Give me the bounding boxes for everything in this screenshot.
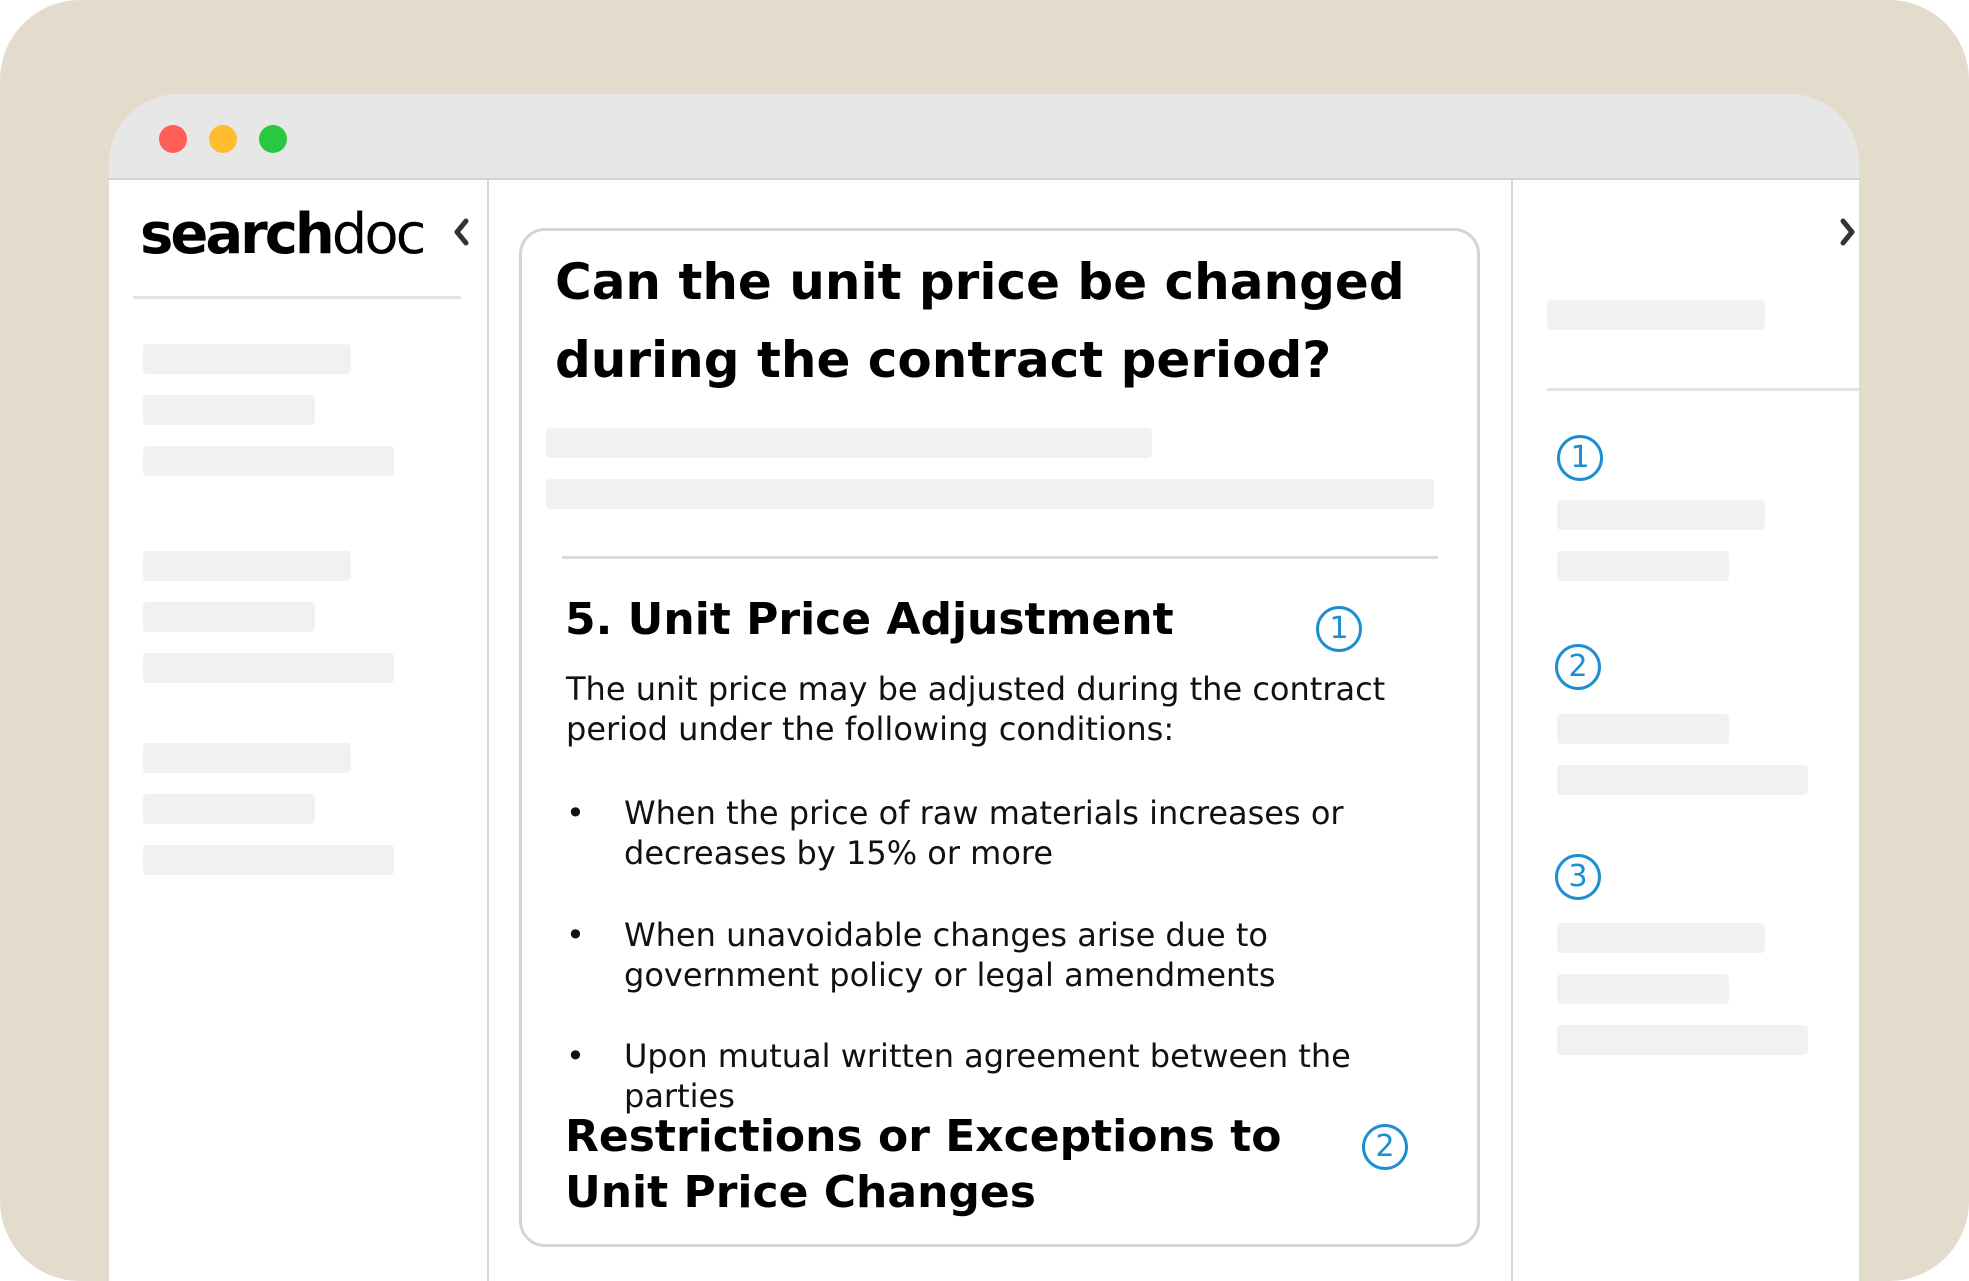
minimize-window-button[interactable] [209, 125, 237, 153]
answer-card: Can the unit price be changed during the… [519, 228, 1480, 1247]
collapse-left-sidebar-button[interactable] [446, 210, 476, 254]
answer-divider [562, 556, 1438, 559]
window-titlebar [109, 94, 1859, 180]
skeleton-line [1557, 974, 1729, 1004]
reference-number[interactable]: 1 [1557, 435, 1603, 481]
left-sidebar: searchdoc [109, 180, 489, 1281]
skeleton-line [1557, 714, 1729, 744]
skeleton-line [143, 344, 351, 374]
references-sidebar: 1 2 3 [1511, 180, 1859, 1281]
skeleton-line [143, 845, 394, 875]
searchdoc-logo[interactable]: searchdoc [140, 202, 427, 267]
logo-bold-text: search [140, 202, 335, 267]
section-title-restrictions: Restrictions or Exceptions to Unit Price… [565, 1111, 1282, 1218]
skeleton-line [1557, 551, 1729, 581]
maximize-window-button[interactable] [259, 125, 287, 153]
app-frame: searchdoc Can the unit price be changed … [0, 0, 1969, 1281]
citation-badge[interactable]: 1 [1316, 606, 1362, 652]
skeleton-line [143, 395, 315, 425]
browser-window: searchdoc Can the unit price be changed … [109, 94, 1859, 1281]
skeleton-line [143, 743, 351, 773]
list-item-text: Upon mutual written agreement between th… [624, 1037, 1351, 1115]
section-intro: The unit price may be adjusted during th… [566, 670, 1386, 748]
skeleton-line [143, 551, 351, 581]
skeleton-line [143, 446, 394, 476]
question-title: Can the unit price be changed during the… [555, 253, 1405, 389]
chevron-left-icon [454, 218, 469, 246]
section-title: 5. Unit Price Adjustment [565, 594, 1174, 645]
bullet-mark: • [566, 794, 585, 832]
skeleton-line [143, 602, 315, 632]
skeleton-line [1557, 500, 1765, 530]
collapse-right-sidebar-button[interactable] [1833, 210, 1859, 254]
sidebar-divider [1547, 388, 1859, 391]
skeleton-line [143, 794, 315, 824]
skeleton-line [1547, 300, 1765, 330]
bullet-mark: • [566, 916, 585, 954]
skeleton-line [1557, 1025, 1808, 1055]
list-item-text: When the price of raw materials increase… [624, 794, 1344, 872]
reference-number[interactable]: 2 [1555, 644, 1601, 690]
reference-number[interactable]: 3 [1555, 854, 1601, 900]
skeleton-line [143, 653, 394, 683]
chevron-right-icon [1840, 218, 1855, 246]
skeleton-line [546, 428, 1152, 458]
logo-light-text: doc [331, 202, 427, 267]
main-content: Can the unit price be changed during the… [489, 180, 1509, 1281]
close-window-button[interactable] [159, 125, 187, 153]
skeleton-line [1557, 765, 1808, 795]
sidebar-divider [133, 296, 461, 299]
skeleton-line [1557, 923, 1765, 953]
bullet-mark: • [566, 1037, 585, 1075]
list-item-text: When unavoidable changes arise due to go… [624, 916, 1276, 994]
citation-badge[interactable]: 2 [1362, 1124, 1408, 1170]
skeleton-line [546, 479, 1434, 509]
